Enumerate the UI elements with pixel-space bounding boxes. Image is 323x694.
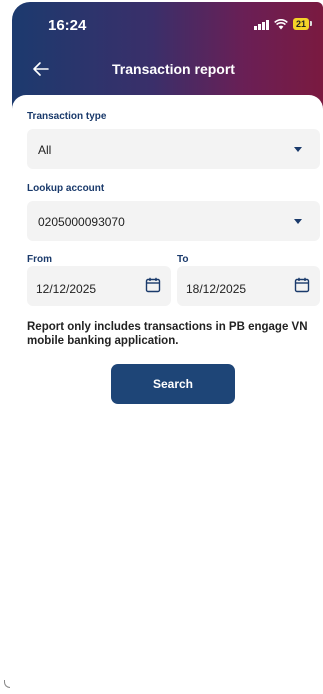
corner-mark: [4, 680, 10, 688]
status-time: 16:24: [48, 17, 87, 34]
to-date-field[interactable]: 18/12/2025: [177, 266, 320, 306]
to-date-label: To: [177, 254, 189, 265]
battery-icon: 21: [292, 18, 313, 30]
nav-bar: Transaction report: [12, 56, 323, 84]
transaction-type-label: Transaction type: [27, 111, 107, 122]
chevron-down-icon: [294, 147, 302, 152]
transaction-type-select[interactable]: All: [27, 129, 320, 169]
from-date-field[interactable]: 12/12/2025: [27, 266, 171, 306]
page-title: Transaction report: [112, 61, 235, 77]
transaction-type-value: All: [38, 143, 52, 157]
from-date-value: 12/12/2025: [36, 282, 97, 296]
phone-screen: 16:24 21 Transaction report Transaction …: [12, 2, 323, 692]
signal-icon: [254, 19, 269, 30]
calendar-icon[interactable]: [145, 277, 161, 293]
search-button[interactable]: Search: [111, 364, 235, 404]
wifi-icon: [274, 18, 288, 29]
lookup-account-label: Lookup account: [27, 183, 105, 194]
to-date-value: 18/12/2025: [186, 282, 247, 296]
lookup-account-value: 0205000093070: [38, 215, 125, 229]
chevron-down-icon: [294, 219, 302, 224]
form-panel: Transaction type All Lookup account 0205…: [12, 95, 323, 692]
calendar-icon[interactable]: [294, 277, 310, 293]
status-bar: 16:24 21: [12, 16, 323, 36]
status-icons: 21: [254, 18, 313, 30]
report-note: Report only includes transactions in PB …: [27, 321, 308, 347]
from-date-label: From: [27, 254, 52, 265]
lookup-account-select[interactable]: 0205000093070: [27, 201, 320, 241]
